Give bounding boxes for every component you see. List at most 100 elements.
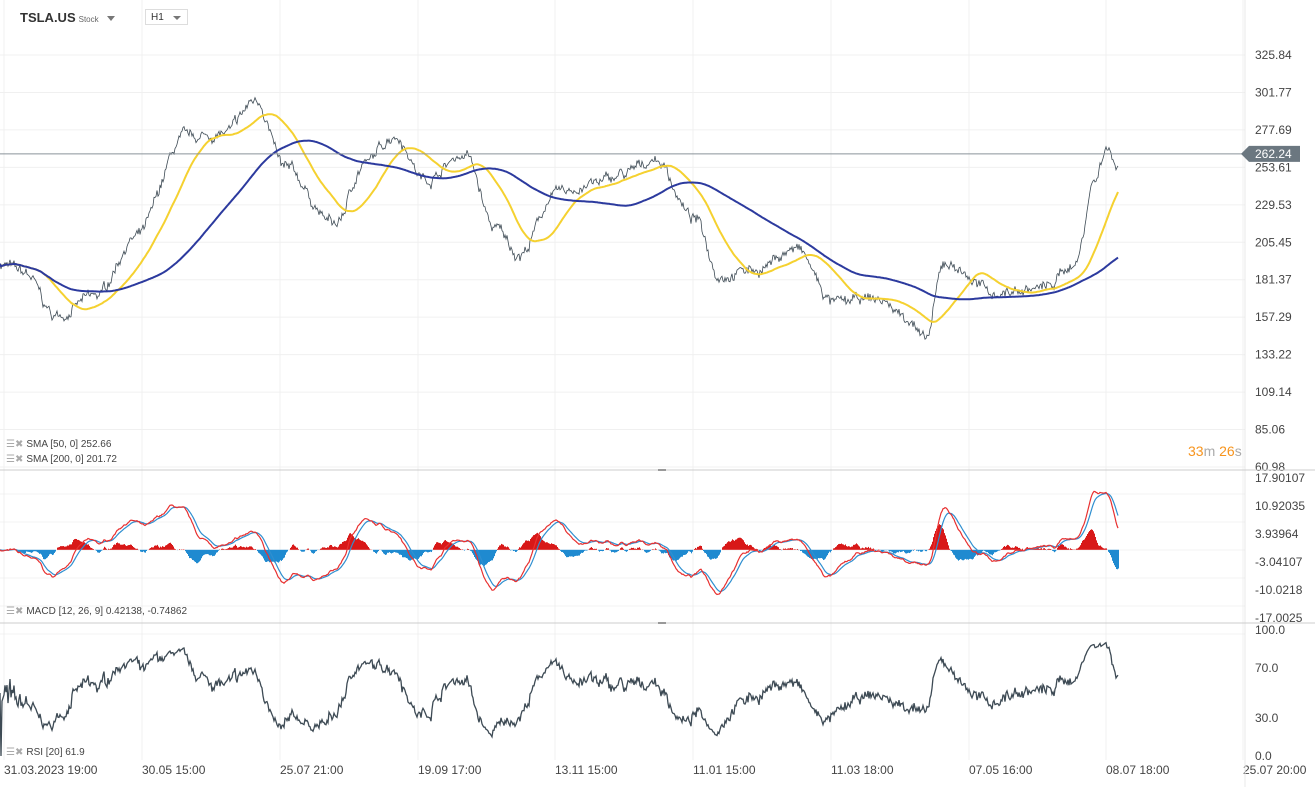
macd-histogram-bar xyxy=(209,549,210,556)
timeframe-select[interactable]: H1 xyxy=(145,9,188,25)
macd-histogram-bar xyxy=(848,546,849,550)
macd-histogram-bar xyxy=(120,544,121,550)
macd-histogram-bar xyxy=(264,549,265,561)
chart-canvas[interactable]: 325.84 301.77 277.69 253.61 229.53 205.45 181.… xyxy=(0,0,1315,787)
legend-sma200[interactable]: ☰✖ SMA [200, 0] 201.72 xyxy=(6,454,117,465)
macd-histogram-bar xyxy=(1039,548,1040,550)
macd-histogram-bar xyxy=(639,547,640,550)
time-tick-label: 30.05 15:00 xyxy=(142,763,206,777)
macd-histogram-bar xyxy=(592,548,593,550)
macd-histogram-bar xyxy=(691,549,692,554)
macd-histogram-bar xyxy=(135,548,136,550)
macd-histogram-bar xyxy=(290,547,291,550)
macd-histogram-bar xyxy=(27,549,28,552)
macd-histogram-bar xyxy=(575,549,576,556)
macd-histogram-bar xyxy=(504,546,505,550)
macd-histogram-bar xyxy=(436,542,437,550)
macd-histogram-bar xyxy=(1113,549,1114,564)
legend-rsi-label: RSI [20] 61.9 xyxy=(26,747,85,758)
macd-histogram-bar xyxy=(966,549,967,560)
macd-histogram-bar xyxy=(200,549,201,561)
macd-histogram-bar xyxy=(1106,548,1107,550)
macd-histogram-bar xyxy=(948,545,949,550)
panel-resize-handle[interactable] xyxy=(658,622,666,624)
macd-histogram-bar xyxy=(203,549,204,556)
macd-histogram-bar xyxy=(106,548,107,550)
macd-histogram-bar xyxy=(678,549,679,560)
macd-histogram-bar xyxy=(1066,547,1067,550)
macd-histogram-bar xyxy=(557,546,558,550)
time-tick-label: 25.07 20:00 xyxy=(1243,763,1307,777)
macd-histogram-bar xyxy=(187,549,188,555)
macd-histogram-bar xyxy=(221,548,222,550)
macd-histogram-bar xyxy=(891,549,892,552)
macd-histogram-bar xyxy=(629,548,630,550)
macd-histogram-bar xyxy=(202,549,203,557)
macd-histogram-bar xyxy=(556,545,557,550)
macd-histogram-bar xyxy=(620,548,621,550)
macd-histogram-bar xyxy=(921,549,922,552)
macd-histogram-bar xyxy=(803,549,804,554)
macd-histogram-bar xyxy=(586,549,587,551)
macd-histogram-bar xyxy=(30,549,31,553)
macd-histogram-bar xyxy=(907,549,908,554)
macd-histogram-bar xyxy=(509,548,510,550)
macd-histogram-bar xyxy=(398,549,399,554)
macd-histogram-bar xyxy=(1118,549,1119,569)
macd-histogram-bar xyxy=(373,549,374,552)
macd-histogram-bar xyxy=(974,549,975,557)
macd-histogram-bar xyxy=(1019,547,1020,550)
macd-histogram-bar xyxy=(128,545,129,550)
symbol-selector[interactable]: TSLA.US Stock xyxy=(20,10,115,25)
macd-histogram-bar xyxy=(731,540,732,550)
macd-histogram-bar xyxy=(422,549,423,555)
macd-histogram-bar xyxy=(179,549,180,550)
macd-histogram-bar xyxy=(756,548,757,550)
macd-histogram-bar xyxy=(694,549,695,550)
macd-histogram-bar xyxy=(925,549,926,552)
macd-histogram-bar xyxy=(130,544,131,550)
macd-histogram-bar xyxy=(570,549,571,557)
macd-histogram-bar xyxy=(281,549,282,561)
macd-histogram-bar xyxy=(567,549,568,558)
macd-histogram-bar xyxy=(649,549,650,552)
macd-histogram-bar xyxy=(640,548,641,550)
macd-histogram-bar xyxy=(1081,542,1082,550)
macd-histogram-bar xyxy=(531,537,532,550)
macd-histogram-bar xyxy=(296,547,297,550)
legend-macd[interactable]: ☰✖ MACD [12, 26, 9] 0.42138, -0.74862 xyxy=(6,606,187,617)
menu-icon[interactable]: ☰✖ xyxy=(6,747,23,758)
macd-histogram-bar xyxy=(386,549,387,555)
macd-histogram-bar xyxy=(613,549,614,553)
legend-sma50[interactable]: ☰✖ SMA [50, 0] 252.66 xyxy=(6,439,111,450)
legend-rsi[interactable]: ☰✖ RSI [20] 61.9 xyxy=(6,747,85,758)
macd-histogram-bar xyxy=(1087,533,1088,550)
panel-resize-handle[interactable] xyxy=(658,469,666,471)
macd-histogram-bar xyxy=(28,549,29,552)
macd-histogram-bar xyxy=(792,548,793,550)
macd-histogram-bar xyxy=(954,549,955,556)
macd-histogram-bar xyxy=(985,549,986,552)
macd-histogram-bar xyxy=(516,549,517,552)
macd-histogram-bar xyxy=(262,549,263,557)
macd-histogram-bar xyxy=(328,547,329,550)
macd-histogram-bar xyxy=(276,549,277,562)
macd-histogram-bar xyxy=(600,549,601,551)
price-tick-label: 325.84 xyxy=(1255,48,1292,62)
macd-histogram-bar xyxy=(438,542,439,550)
macd-histogram-bar xyxy=(727,542,728,550)
price-tick-label: 253.61 xyxy=(1255,160,1292,174)
menu-icon[interactable]: ☰✖ xyxy=(6,454,23,465)
price-tick-label: 277.69 xyxy=(1255,123,1292,137)
macd-histogram-bar xyxy=(1041,548,1042,550)
macd-histogram-bar xyxy=(345,541,346,550)
macd-histogram-bar xyxy=(589,548,590,550)
macd-histogram-bar xyxy=(1112,549,1113,561)
macd-histogram-bar xyxy=(238,547,239,550)
menu-icon[interactable]: ☰✖ xyxy=(6,606,23,617)
macd-histogram-bar xyxy=(459,547,460,550)
macd-histogram-bar xyxy=(522,544,523,550)
menu-icon[interactable]: ☰✖ xyxy=(6,439,23,450)
macd-histogram-bar xyxy=(500,545,501,550)
macd-histogram-bar xyxy=(711,549,712,560)
